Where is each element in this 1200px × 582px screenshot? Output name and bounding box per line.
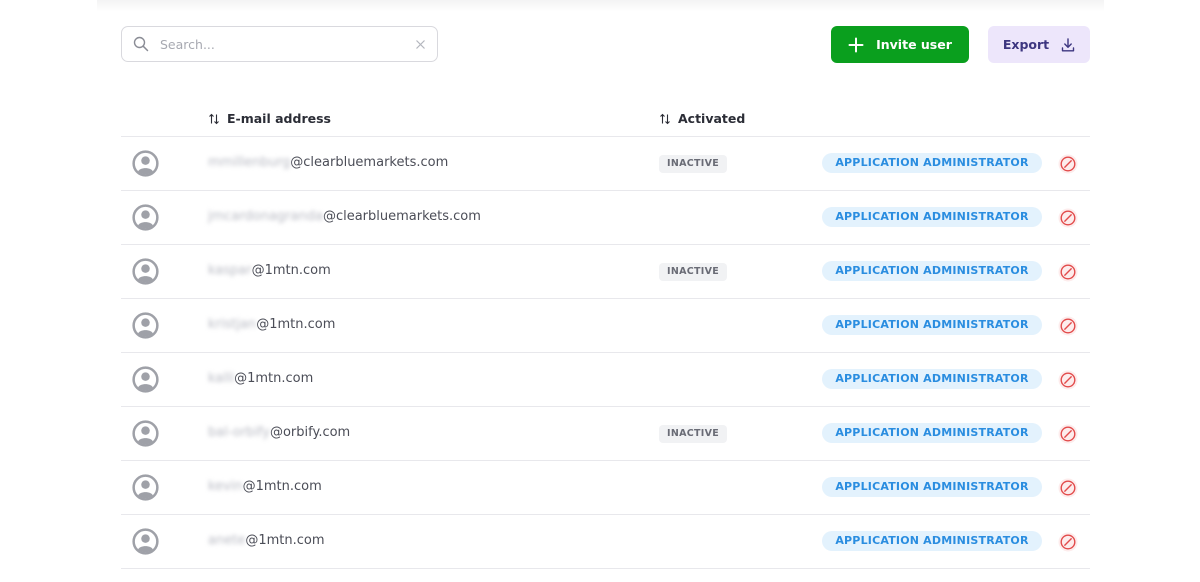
email-domain: @1mtn.com xyxy=(245,533,325,548)
remove-circle-icon xyxy=(1058,370,1078,390)
remove-user-button[interactable] xyxy=(1058,208,1078,228)
email-local-part: anete xyxy=(208,533,246,548)
user-avatar-icon xyxy=(132,204,159,231)
user-avatar-icon xyxy=(132,258,159,285)
table-row[interactable]: mmillenburg @clearbluemarkets.com INACTIV… xyxy=(121,137,1090,191)
email-cell: kristjan @1mtn.com xyxy=(208,317,335,332)
sort-icon xyxy=(660,113,670,124)
remove-user-button[interactable] xyxy=(1058,532,1078,552)
invite-user-label: Invite user xyxy=(876,37,952,52)
email-cell: kalli @1mtn.com xyxy=(208,371,313,386)
role-badge: APPLICATION ADMINISTRATOR xyxy=(822,531,1042,551)
email-local-part: jmcardonagranda xyxy=(208,209,323,224)
email-cell: mmillenburg @clearbluemarkets.com xyxy=(208,155,448,170)
column-label-email: E-mail address xyxy=(227,111,331,126)
export-button[interactable]: Export xyxy=(988,26,1090,63)
table-row[interactable]: kaspar @1mtn.com INACTIVE APPLICATION ADM… xyxy=(121,245,1090,299)
remove-user-button[interactable] xyxy=(1058,262,1078,282)
sort-icon xyxy=(209,113,219,124)
email-domain: @orbify.com xyxy=(269,425,351,440)
table-row[interactable]: kristjan @1mtn.com APPLICATION ADMINISTRA… xyxy=(121,299,1090,353)
remove-circle-icon xyxy=(1058,316,1078,336)
remove-circle-icon xyxy=(1058,262,1078,282)
email-domain: @1mtn.com xyxy=(256,317,336,332)
role-badge: APPLICATION ADMINISTRATOR xyxy=(822,477,1042,497)
user-avatar-icon xyxy=(132,150,159,177)
role-badge: APPLICATION ADMINISTRATOR xyxy=(822,261,1042,281)
status-badge: INACTIVE xyxy=(659,155,728,173)
search-icon xyxy=(133,36,149,52)
email-cell: kaspar @1mtn.com xyxy=(208,263,331,278)
top-shadow xyxy=(97,0,1104,12)
email-domain: @1mtn.com xyxy=(251,263,331,278)
remove-user-button[interactable] xyxy=(1058,424,1078,444)
user-management-page: Invite user Export E-mail address xyxy=(0,0,1200,582)
table-row[interactable]: anete @1mtn.com APPLICATION ADMINISTRATOR xyxy=(121,515,1090,569)
email-local-part: kalli xyxy=(208,371,235,386)
status-badge: INACTIVE xyxy=(659,425,728,443)
role-badge: APPLICATION ADMINISTRATOR xyxy=(822,153,1042,173)
email-local-part: mmillenburg xyxy=(208,155,291,170)
table-row[interactable]: kevin @1mtn.com APPLICATION ADMINISTRATOR xyxy=(121,461,1090,515)
email-domain: @clearbluemarkets.com xyxy=(322,209,481,224)
user-avatar-icon xyxy=(132,366,159,393)
email-domain: @1mtn.com xyxy=(234,371,314,386)
remove-circle-icon xyxy=(1058,154,1078,174)
user-avatar-icon xyxy=(132,528,159,555)
search-box[interactable] xyxy=(121,26,438,62)
remove-circle-icon xyxy=(1058,424,1078,444)
table-row[interactable]: bal-orbify @orbify.com INACTIVE APPLICATI… xyxy=(121,407,1090,461)
plus-icon xyxy=(848,37,864,52)
remove-user-button[interactable] xyxy=(1058,370,1078,390)
column-header-activated[interactable]: Activated xyxy=(659,111,745,126)
remove-user-button[interactable] xyxy=(1058,154,1078,174)
remove-user-button[interactable] xyxy=(1058,478,1078,498)
user-avatar-icon xyxy=(132,312,159,339)
close-icon[interactable] xyxy=(415,39,426,50)
table-row[interactable]: kalli @1mtn.com APPLICATION ADMINISTRATOR xyxy=(121,353,1090,407)
remove-circle-icon xyxy=(1058,532,1078,552)
role-badge: APPLICATION ADMINISTRATOR xyxy=(822,207,1042,227)
email-local-part: kaspar xyxy=(208,263,252,278)
table-header: E-mail address Activated xyxy=(121,100,1090,137)
role-badge: APPLICATION ADMINISTRATOR xyxy=(822,423,1042,443)
email-cell: bal-orbify @orbify.com xyxy=(208,425,350,440)
table-row[interactable]: jmcardonagranda @clearbluemarkets.com APP… xyxy=(121,191,1090,245)
search-input[interactable] xyxy=(160,34,400,54)
download-icon xyxy=(1061,37,1075,52)
email-local-part: kristjan xyxy=(208,317,257,332)
users-table: E-mail address Activated mmillenburg @cle… xyxy=(121,100,1090,569)
role-badge: APPLICATION ADMINISTRATOR xyxy=(822,369,1042,389)
remove-circle-icon xyxy=(1058,478,1078,498)
role-badge: APPLICATION ADMINISTRATOR xyxy=(822,315,1042,335)
email-cell: kevin @1mtn.com xyxy=(208,479,322,494)
email-local-part: bal-orbify xyxy=(208,425,270,440)
invite-user-button[interactable]: Invite user xyxy=(831,26,969,63)
export-label: Export xyxy=(1002,37,1050,52)
remove-circle-icon xyxy=(1058,208,1078,228)
table-body: mmillenburg @clearbluemarkets.com INACTIV… xyxy=(121,137,1090,569)
column-header-email[interactable]: E-mail address xyxy=(208,111,331,126)
email-domain: @1mtn.com xyxy=(242,479,322,494)
user-avatar-icon xyxy=(132,474,159,501)
email-cell: jmcardonagranda @clearbluemarkets.com xyxy=(208,209,481,224)
email-local-part: kevin xyxy=(208,479,243,494)
user-avatar-icon xyxy=(132,420,159,447)
status-badge: INACTIVE xyxy=(659,263,728,281)
column-label-activated: Activated xyxy=(678,111,746,126)
remove-user-button[interactable] xyxy=(1058,316,1078,336)
email-cell: anete @1mtn.com xyxy=(208,533,324,548)
email-domain: @clearbluemarkets.com xyxy=(290,155,449,170)
